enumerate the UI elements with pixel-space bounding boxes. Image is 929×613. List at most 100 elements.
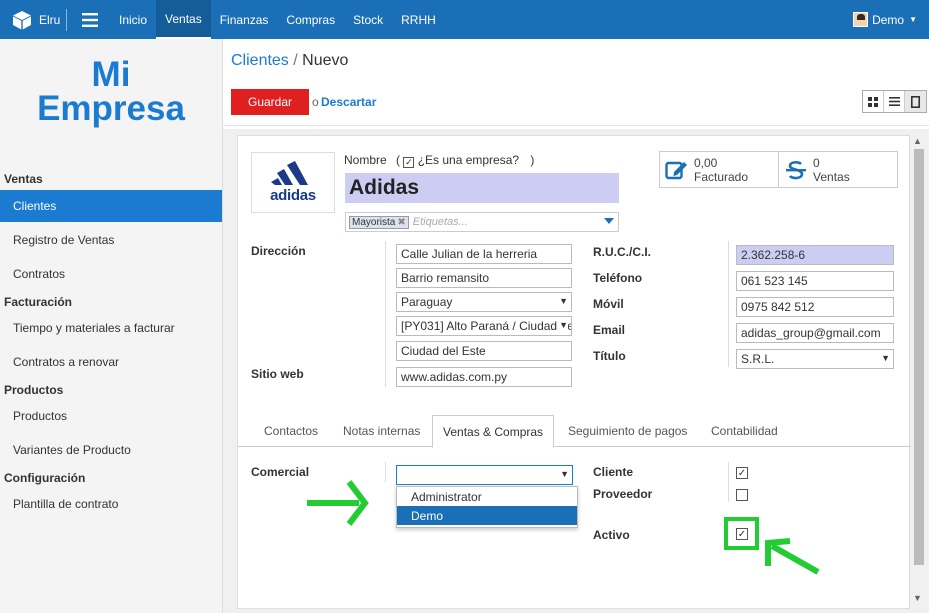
ruc-input[interactable]: 2.362.258-6: [736, 245, 894, 265]
sidebar-item-tiempo-materiales[interactable]: Tiempo y materiales a facturar: [0, 312, 222, 344]
phone-input[interactable]: 061 523 145: [736, 271, 894, 291]
name-label: Nombre: [344, 153, 387, 167]
country-select[interactable]: Paraguay ▼: [396, 292, 572, 312]
street-input[interactable]: Calle Julian de la herreria: [396, 244, 572, 264]
sidebar-item-productos[interactable]: Productos: [0, 400, 222, 432]
tab-seguimiento-pagos[interactable]: Seguimiento de pagos: [568, 415, 687, 447]
sidebar-item-contratos-renovar[interactable]: Contratos a renovar: [0, 346, 222, 378]
sidebar-item-plantilla-contrato[interactable]: Plantilla de contrato: [0, 488, 222, 520]
scrollbar-thumb[interactable]: [914, 149, 924, 565]
select-arrow-icon: ▼: [560, 469, 569, 479]
supplier-label: Proveedor: [593, 487, 653, 501]
scroll-up-icon[interactable]: ▲: [913, 136, 922, 146]
edit-invoice-icon: [660, 152, 694, 187]
partner-image[interactable]: adidas: [251, 152, 335, 213]
divider: [223, 125, 929, 126]
view-switcher: [862, 90, 927, 113]
state-select[interactable]: [PY031] Alto Paraná / Ciudad del Este▼: [396, 316, 572, 336]
title-select[interactable]: S.R.L. ▼: [736, 349, 894, 369]
nav-inicio[interactable]: Inicio: [110, 0, 156, 39]
address-label: Dirección: [251, 244, 306, 258]
discard-link[interactable]: Descartar: [321, 95, 376, 109]
active-label: Activo: [593, 528, 630, 542]
tab-contabilidad[interactable]: Contabilidad: [711, 415, 778, 447]
commercial-dropdown-list: Administrator Demo: [396, 486, 578, 528]
sidebar-item-clientes[interactable]: Clientes: [0, 190, 222, 222]
brand[interactable]: Elru: [0, 0, 70, 39]
nav-stock[interactable]: Stock: [344, 0, 392, 39]
breadcrumb-clientes-link[interactable]: Clientes: [231, 52, 289, 69]
dropdown-caret-icon[interactable]: [604, 218, 614, 224]
mobile-input[interactable]: 0975 842 512: [736, 297, 894, 317]
dropdown-option-demo[interactable]: Demo: [397, 506, 577, 525]
sidebar-item-variantes[interactable]: Variantes de Producto: [0, 434, 222, 466]
kanban-view-button[interactable]: [863, 91, 884, 112]
sales-label: Ventas: [813, 169, 850, 184]
adidas-logo-icon: [271, 161, 308, 185]
email-input[interactable]: adidas_group@gmail.com: [736, 323, 894, 343]
tab-ventas-compras[interactable]: Ventas & Compras: [432, 415, 555, 448]
tag-chip: Mayorista ✖: [349, 215, 409, 229]
top-navbar: Elru Inicio Ventas Finanzas Compras Stoc…: [0, 0, 929, 39]
brand-name: Elru: [39, 12, 61, 27]
form-view-button[interactable]: [905, 91, 926, 112]
is-company-checkbox[interactable]: ✓: [403, 157, 415, 168]
state-value: [PY031] Alto Paraná / Ciudad del Este: [401, 319, 571, 333]
scrollbar[interactable]: ▲ ▼: [911, 135, 926, 609]
user-menu[interactable]: Demo ▼: [853, 0, 917, 39]
tags-placeholder: Etiquetas...: [412, 216, 468, 228]
tags-input[interactable]: Mayorista ✖ Etiquetas...: [345, 212, 619, 232]
list-view-button[interactable]: [884, 91, 905, 112]
tab-contactos[interactable]: Contactos: [264, 415, 318, 447]
city-input[interactable]: Ciudad del Este: [396, 341, 572, 361]
nav-compras[interactable]: Compras: [277, 0, 344, 39]
company-logo: Mi Empresa: [0, 57, 222, 126]
scroll-down-icon[interactable]: ▼: [913, 593, 922, 603]
sales-stat-button[interactable]: 0 Ventas: [778, 151, 898, 188]
invoiced-stat-button[interactable]: 0,00 Facturado: [659, 151, 779, 188]
menu-toggle-button[interactable]: [70, 0, 110, 39]
tag-remove-icon[interactable]: ✖: [397, 217, 405, 228]
sidebar-item-contratos[interactable]: Contratos: [0, 258, 222, 290]
avatar: [853, 12, 869, 27]
nav-rrhh[interactable]: RRHH: [392, 0, 445, 39]
customer-checkbox[interactable]: ✓: [736, 467, 748, 479]
sidebar-section-facturacion: Facturación: [4, 295, 73, 309]
commercial-label: Comercial: [251, 465, 310, 479]
select-arrow-icon: ▼: [881, 353, 890, 363]
grid-icon: [868, 96, 878, 107]
tab-notas-internas[interactable]: Notas internas: [343, 415, 420, 447]
paren-close: ): [530, 153, 535, 167]
dollar-icon: [779, 152, 813, 187]
title-value: S.R.L.: [741, 352, 775, 366]
ruc-label: R.U.C./C.I.: [593, 245, 652, 259]
country-value: Paraguay: [401, 295, 453, 309]
supplier-checkbox[interactable]: [736, 489, 748, 501]
hamburger-icon: [82, 12, 98, 27]
sidebar: Mi Empresa Ventas Clientes Registro de V…: [0, 39, 223, 613]
website-input[interactable]: www.adidas.com.py: [396, 367, 572, 387]
website-label: Sitio web: [251, 367, 304, 381]
user-name: Demo: [872, 12, 905, 27]
is-company-control[interactable]: ( ✓ ¿Es una empresa? ): [396, 153, 534, 168]
commercial-select[interactable]: ▼: [396, 465, 573, 485]
save-button[interactable]: Guardar: [231, 89, 309, 115]
list-icon: [888, 97, 900, 106]
invoiced-label: Facturado: [694, 169, 749, 184]
name-input[interactable]: Adidas: [345, 173, 619, 203]
select-arrow-icon: ▼: [559, 296, 568, 306]
field-divider: [385, 462, 386, 482]
sales-value: 0: [813, 155, 820, 170]
sidebar-item-registro-ventas[interactable]: Registro de Ventas: [0, 224, 222, 256]
annotation-arrow-diagonal-icon: [765, 538, 820, 575]
nav-ventas[interactable]: Ventas: [156, 0, 211, 39]
dropdown-option-administrator[interactable]: Administrator: [397, 487, 577, 506]
nav-finanzas[interactable]: Finanzas: [211, 0, 278, 39]
select-arrow-icon: ▼: [557, 320, 568, 330]
logo-wordmark: adidas: [270, 187, 316, 204]
active-checkbox[interactable]: ✓: [736, 528, 748, 540]
breadcrumb-separator: /: [293, 52, 298, 69]
sidebar-section-configuracion: Configuración: [4, 471, 86, 485]
street2-input[interactable]: Barrio remansito: [396, 268, 572, 288]
tag-label: Mayorista: [352, 216, 396, 228]
